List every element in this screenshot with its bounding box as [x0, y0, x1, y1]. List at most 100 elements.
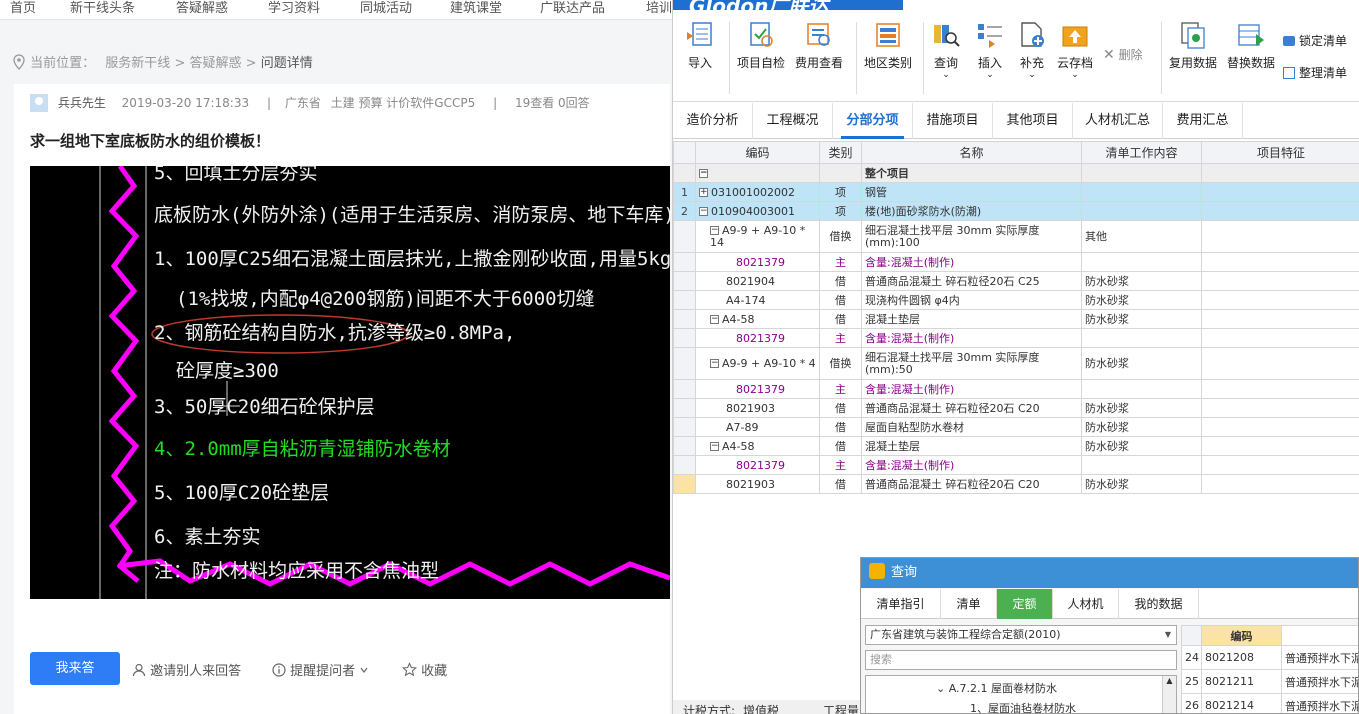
feature-cell[interactable]: [1201, 290, 1359, 310]
scrollbar[interactable]: ▲: [1162, 676, 1176, 713]
invite-button[interactable]: 邀请别人来回答: [132, 660, 241, 679]
name-cell[interactable]: 含量:混凝土(制作): [861, 379, 1082, 399]
code-cell[interactable]: 8021903: [695, 398, 820, 418]
table-row[interactable]: 1 +031001002002 项 钢管: [673, 182, 1359, 202]
column-header[interactable]: 清单工作内容: [1081, 141, 1202, 164]
table-row[interactable]: A4-174 借 现浇构件圆钢 φ4内 防水砂浆: [673, 290, 1359, 310]
supplement-button[interactable]: 补充 ⌄: [1017, 20, 1047, 80]
tab-list[interactable]: 清单: [941, 589, 997, 619]
table-row[interactable]: 8021379 主 含量:混凝土(制作): [673, 252, 1359, 272]
code-cell[interactable]: − A9-9 + A9-10 * 4: [695, 347, 820, 380]
work-cell[interactable]: 其他: [1081, 220, 1202, 253]
author-name[interactable]: 兵兵先生: [58, 96, 106, 110]
category-cell[interactable]: 借换: [819, 347, 862, 380]
category-cell[interactable]: 借: [819, 290, 862, 310]
feature-cell[interactable]: [1201, 436, 1359, 456]
breadcrumb-link-qa[interactable]: 答疑解惑: [190, 56, 242, 71]
name-cell[interactable]: 混凝土垫层: [861, 436, 1082, 456]
tab-list-guide[interactable]: 清单指引: [861, 589, 941, 619]
name-cell[interactable]: 细石混凝土找平层 30mm 实际厚度(mm):100: [861, 220, 1082, 253]
work-cell[interactable]: 防水砂浆: [1081, 436, 1202, 456]
table-row[interactable]: A7-89 借 屋面自粘型防水卷材 防水砂浆: [673, 417, 1359, 437]
code-cell[interactable]: − A9-9 + A9-10 * 14: [695, 220, 820, 253]
name-cell[interactable]: 整个项目: [861, 163, 1082, 183]
feature-cell[interactable]: [1201, 347, 1359, 380]
feature-cell[interactable]: [1201, 252, 1359, 272]
query-button[interactable]: 查询 ⌄: [931, 20, 961, 80]
feature-cell[interactable]: [1201, 220, 1359, 253]
nav-products[interactable]: 广联达产品: [540, 0, 605, 16]
table-row[interactable]: − A4-58 借 混凝土垫层 防水砂浆: [673, 436, 1359, 456]
code-cell[interactable]: −: [695, 163, 820, 183]
name-cell[interactable]: 普通预拌水下泥: [1281, 669, 1358, 694]
code-cell[interactable]: 8021903: [695, 474, 820, 494]
category-cell[interactable]: 借: [819, 271, 862, 291]
work-cell[interactable]: 防水砂浆: [1081, 271, 1202, 291]
category-cell[interactable]: 借: [819, 474, 862, 494]
category-cell[interactable]: 项: [819, 182, 862, 202]
code-cell[interactable]: − A4-58: [695, 436, 820, 456]
name-cell[interactable]: 细石混凝土找平层 30mm 实际厚度(mm):50: [861, 347, 1082, 380]
category-cell[interactable]: 主: [819, 379, 862, 399]
feature-cell[interactable]: [1201, 455, 1359, 475]
nav-classroom[interactable]: 建筑课堂: [450, 0, 502, 16]
category-cell[interactable]: 借: [819, 309, 862, 329]
code-cell[interactable]: A7-89: [695, 417, 820, 437]
work-cell[interactable]: [1081, 163, 1202, 183]
column-header[interactable]: 项目特征: [1201, 141, 1359, 164]
nav-events[interactable]: 同城活动: [360, 0, 412, 16]
work-cell[interactable]: 防水砂浆: [1081, 290, 1202, 310]
region-category-button[interactable]: 地区类别: [864, 20, 912, 71]
category-cell[interactable]: 主: [819, 455, 862, 475]
work-cell[interactable]: 防水砂浆: [1081, 309, 1202, 329]
list-item[interactable]: 24 8021208 普通预拌水下泥: [1181, 645, 1358, 670]
feature-cell[interactable]: [1201, 417, 1359, 437]
list-item[interactable]: 25 8021211 普通预拌水下泥: [1181, 669, 1358, 694]
tab-cost-analysis[interactable]: 造价分析: [673, 103, 753, 139]
work-cell[interactable]: 防水砂浆: [1081, 398, 1202, 418]
work-cell[interactable]: [1081, 182, 1202, 202]
table-row[interactable]: 8021904 借 普通商品混凝土 碎石粒径20石 C25 防水砂浆: [673, 271, 1359, 291]
nav-training[interactable]: 培训: [646, 0, 672, 16]
remind-button[interactable]: 提醒提问者: [272, 660, 369, 679]
cloud-save-button[interactable]: 云存档 ⌄: [1057, 20, 1093, 80]
code-cell[interactable]: 8021379: [695, 455, 820, 475]
code-cell[interactable]: A4-174: [695, 290, 820, 310]
avatar[interactable]: [30, 94, 48, 112]
category-cell[interactable]: 借换: [819, 220, 862, 253]
code-cell[interactable]: 8021379: [695, 379, 820, 399]
table-row[interactable]: − 整个项目: [673, 163, 1359, 183]
breadcrumb-link-service[interactable]: 服务新干线: [105, 56, 170, 71]
quota-library-select[interactable]: 广东省建筑与装饰工程综合定额(2010) ▼: [865, 625, 1177, 645]
name-cell[interactable]: 屋面自粘型防水卷材: [861, 417, 1082, 437]
work-cell[interactable]: 防水砂浆: [1081, 347, 1202, 380]
scroll-up-icon[interactable]: ▲: [1163, 676, 1176, 685]
table-row[interactable]: 8021379 主 含量:混凝土(制作): [673, 328, 1359, 348]
column-header[interactable]: 编码: [695, 141, 820, 164]
collapse-icon[interactable]: −: [699, 169, 708, 178]
table-row[interactable]: − A4-58 借 混凝土垫层 防水砂浆: [673, 309, 1359, 329]
code-cell[interactable]: 8021208: [1201, 645, 1282, 670]
tab-items[interactable]: 分部分项: [833, 103, 913, 139]
feature-cell[interactable]: [1201, 379, 1359, 399]
table-row[interactable]: 8021379 主 含量:混凝土(制作): [673, 379, 1359, 399]
code-cell[interactable]: 8021904: [695, 271, 820, 291]
fee-view-button[interactable]: 费用查看: [795, 20, 843, 71]
feature-cell[interactable]: [1201, 328, 1359, 348]
feature-cell[interactable]: [1201, 271, 1359, 291]
feature-cell[interactable]: [1201, 398, 1359, 418]
tab-project-overview[interactable]: 工程概况: [753, 103, 833, 139]
name-cell[interactable]: 普通预拌水下泥: [1281, 645, 1358, 670]
category-cell[interactable]: 借: [819, 417, 862, 437]
table-row[interactable]: 8021379 主 含量:混凝土(制作): [673, 455, 1359, 475]
column-header[interactable]: 编码: [1201, 625, 1282, 646]
category-cell[interactable]: 项: [819, 201, 862, 221]
work-cell[interactable]: [1081, 252, 1202, 272]
code-cell[interactable]: − A4-58: [695, 309, 820, 329]
tax-method-value[interactable]: 增值税: [743, 702, 779, 714]
feature-cell[interactable]: [1201, 474, 1359, 494]
collapse-icon[interactable]: −: [710, 226, 719, 235]
lock-list-button[interactable]: 锁定清单: [1283, 32, 1347, 49]
dialog-titlebar[interactable]: 查询: [861, 558, 1358, 588]
self-check-button[interactable]: 项目自检: [737, 20, 785, 71]
